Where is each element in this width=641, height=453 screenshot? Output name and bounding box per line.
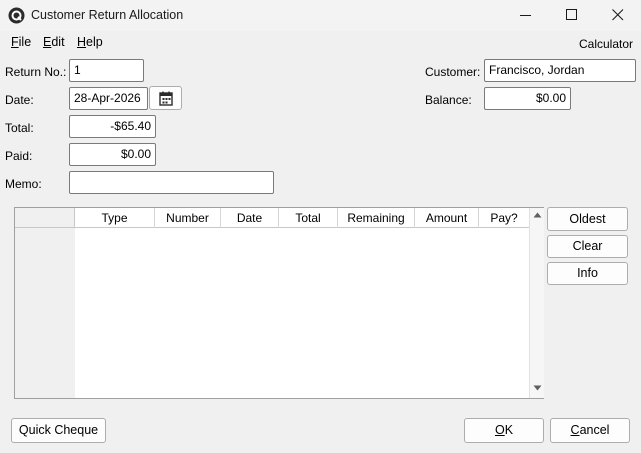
total-label: Total: xyxy=(5,121,34,135)
scroll-down-arrow-icon[interactable] xyxy=(533,385,542,391)
window-title: Customer Return Allocation xyxy=(31,8,184,22)
total-field[interactable]: -$65.40 xyxy=(69,115,156,138)
column-header-amount[interactable]: Amount xyxy=(415,208,479,228)
grid-vertical-scrollbar[interactable] xyxy=(529,208,544,398)
column-header-number[interactable]: Number xyxy=(155,208,221,228)
column-header-type[interactable]: Type xyxy=(75,208,155,228)
balance-field: $0.00 xyxy=(484,87,571,110)
maximize-button[interactable] xyxy=(549,0,595,31)
grid-corner xyxy=(15,208,75,228)
menu-bar: File Edit Help Calculator xyxy=(0,31,641,53)
ok-button[interactable]: OK xyxy=(464,418,544,443)
cancel-button[interactable]: Cancel xyxy=(550,418,630,443)
return-no-field[interactable]: 1 xyxy=(69,59,144,82)
column-header-date[interactable]: Date xyxy=(221,208,279,228)
date-label: Date: xyxy=(5,93,34,107)
grid-header: Type Number Date Total Remaining Amount … xyxy=(75,208,544,228)
oldest-button[interactable]: Oldest xyxy=(547,207,628,231)
memo-field[interactable] xyxy=(69,171,274,194)
paid-field[interactable]: $0.00 xyxy=(69,143,156,166)
date-field[interactable]: 28-Apr-2026 xyxy=(69,87,148,110)
close-icon xyxy=(612,9,624,21)
q-logo-icon xyxy=(8,7,25,24)
column-header-pay[interactable]: Pay? xyxy=(479,208,529,228)
menu-help[interactable]: Help xyxy=(77,35,103,49)
calculator-link[interactable]: Calculator xyxy=(579,37,633,51)
grid-body[interactable] xyxy=(75,228,544,398)
customer-return-allocation-window: Customer Return Allocation File Edit Hel… xyxy=(0,0,641,453)
minimize-icon xyxy=(520,15,531,16)
paid-label: Paid: xyxy=(5,149,33,163)
title-bar: Customer Return Allocation xyxy=(0,0,641,31)
minimize-button[interactable] xyxy=(503,0,549,31)
balance-label: Balance: xyxy=(425,93,472,107)
memo-label: Memo: xyxy=(5,177,42,191)
menu-edit[interactable]: Edit xyxy=(43,35,65,49)
close-button[interactable] xyxy=(595,0,641,31)
allocation-grid[interactable]: Type Number Date Total Remaining Amount … xyxy=(14,207,544,399)
date-picker-button[interactable] xyxy=(149,86,182,110)
calendar-icon xyxy=(159,91,173,106)
clear-button[interactable]: Clear xyxy=(547,235,628,258)
return-no-label: Return No.: xyxy=(5,65,67,79)
menu-file[interactable]: File xyxy=(11,35,31,49)
info-button[interactable]: Info xyxy=(547,262,628,285)
quick-cheque-button[interactable]: Quick Cheque xyxy=(11,418,106,443)
customer-label: Customer: xyxy=(425,65,481,79)
customer-field[interactable]: Francisco, Jordan xyxy=(484,59,636,82)
scroll-up-arrow-icon[interactable] xyxy=(533,212,542,218)
column-header-remaining[interactable]: Remaining xyxy=(338,208,415,228)
column-header-total[interactable]: Total xyxy=(279,208,338,228)
maximize-icon xyxy=(566,9,577,20)
